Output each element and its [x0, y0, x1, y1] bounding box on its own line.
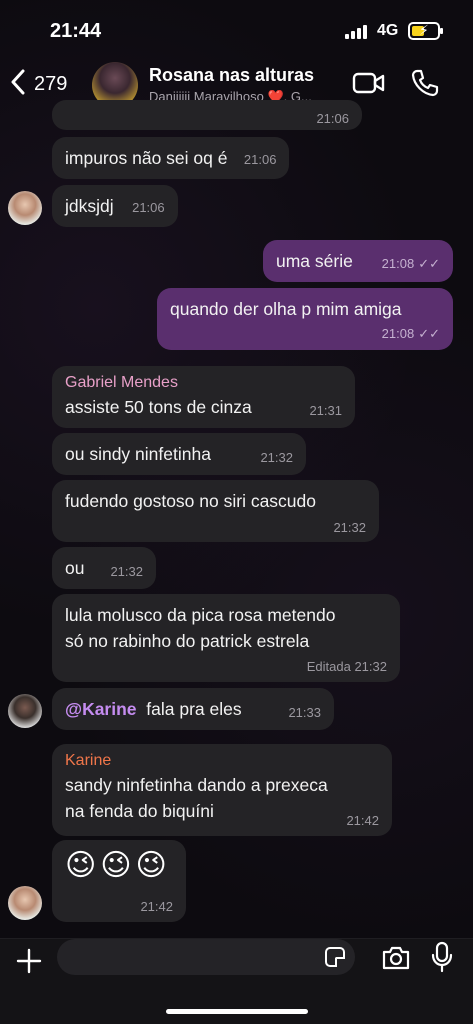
message-text: ou: [65, 558, 85, 578]
message-bubble[interactable]: ou sindy ninfetinha 21:32: [52, 433, 306, 475]
message-bubble[interactable]: fudendo gostoso no siri cascudo 21:32: [52, 480, 379, 542]
message-time: 21:32: [333, 520, 366, 535]
message-text-line: sandy ninfetinha dando a prexeca: [65, 775, 328, 795]
message-text: fudendo gostoso no siri cascudo: [65, 491, 316, 511]
chevron-left-icon: [10, 69, 26, 100]
network-label: 4G: [377, 22, 399, 39]
read-checks-icon: ✓✓: [418, 326, 440, 341]
message-bubble[interactable]: lula molusco da pica rosa metendo só no …: [52, 594, 400, 682]
message-text: quando der olha p mim amiga: [170, 299, 402, 319]
message-text-line: lula molusco da pica rosa metendo: [65, 605, 336, 625]
message-bubble[interactable]: Karine sandy ninfetinha dando a prexeca …: [52, 744, 392, 836]
message-text: jdksjdj: [65, 196, 114, 216]
message-time: Editada 21:32: [306, 659, 387, 674]
sender-name[interactable]: Karine: [65, 752, 379, 770]
message-bubble-outgoing[interactable]: quando der olha p mim amiga 21:08 ✓✓: [157, 288, 453, 350]
sender-avatar[interactable]: [8, 694, 42, 728]
message-text: uma série: [276, 251, 353, 271]
signal-icon: [345, 25, 369, 39]
message-text-line: só no rabinho do patrick estrela: [65, 631, 310, 651]
message-time: 21:31: [309, 403, 342, 418]
message-time: 21:32: [110, 564, 143, 579]
message-bubble[interactable]: jdksjdj 21:06: [52, 185, 178, 227]
microphone-icon[interactable]: [430, 941, 454, 973]
plus-icon[interactable]: [14, 943, 44, 979]
message-text: assiste 50 tons de cinza: [65, 397, 252, 417]
back-button[interactable]: 279: [10, 68, 80, 100]
message-time: 21:32: [260, 450, 293, 465]
chat-screen: 21:44 4G ⚡ 279 Rosana nas alturas Daniii…: [0, 0, 473, 1024]
sender-avatar[interactable]: [8, 886, 42, 920]
unread-count: 279: [34, 72, 68, 95]
message-time: 21:06: [243, 152, 277, 167]
message-bubble[interactable]: 😉😉😉 21:42: [52, 840, 186, 922]
read-checks-icon: ✓✓: [418, 256, 440, 271]
message-text: ou sindy ninfetinha: [65, 444, 211, 464]
video-call-icon[interactable]: [352, 68, 386, 98]
battery-icon: ⚡: [408, 22, 443, 40]
message-time: 21:42: [140, 899, 173, 914]
mention-link[interactable]: @Karine: [65, 699, 137, 719]
message-bubble[interactable]: 21:06: [52, 100, 362, 130]
message-bubble[interactable]: @Karine fala pra eles 21:33: [52, 688, 334, 730]
status-time: 21:44: [50, 20, 102, 42]
message-time: 21:08 ✓✓: [381, 326, 440, 341]
message-time: 21:08 ✓✓: [381, 256, 440, 271]
message-text: impuros não sei oq é: [65, 148, 228, 168]
message-bubble-outgoing[interactable]: uma série 21:08 ✓✓: [263, 240, 453, 282]
message-time: 21:06: [316, 111, 349, 126]
message-bubble[interactable]: Gabriel Mendes assiste 50 tons de cinza …: [52, 366, 355, 428]
message-bubble[interactable]: ou 21:32: [52, 547, 156, 589]
group-title[interactable]: Rosana nas alturas: [149, 65, 314, 86]
emoji-message: 😉😉😉: [65, 849, 171, 882]
message-text: @Karine fala pra eles: [65, 699, 242, 719]
sender-name[interactable]: Gabriel Mendes: [65, 374, 342, 392]
sticker-icon[interactable]: [325, 947, 345, 967]
message-time: 21:06: [132, 200, 165, 215]
camera-icon[interactable]: [381, 945, 411, 971]
message-bubble[interactable]: impuros não sei oq é 21:06: [52, 137, 290, 179]
message-text-line: na fenda do biquíni: [65, 801, 214, 821]
message-time: 21:33: [288, 705, 321, 720]
message-input[interactable]: [57, 939, 355, 975]
home-indicator[interactable]: [166, 1009, 308, 1014]
status-bar: 21:44 4G ⚡: [0, 0, 473, 56]
edited-label: Editada: [306, 659, 351, 674]
message-time: 21:42: [346, 813, 379, 828]
sender-avatar[interactable]: [8, 191, 42, 225]
phone-icon[interactable]: [410, 68, 444, 98]
